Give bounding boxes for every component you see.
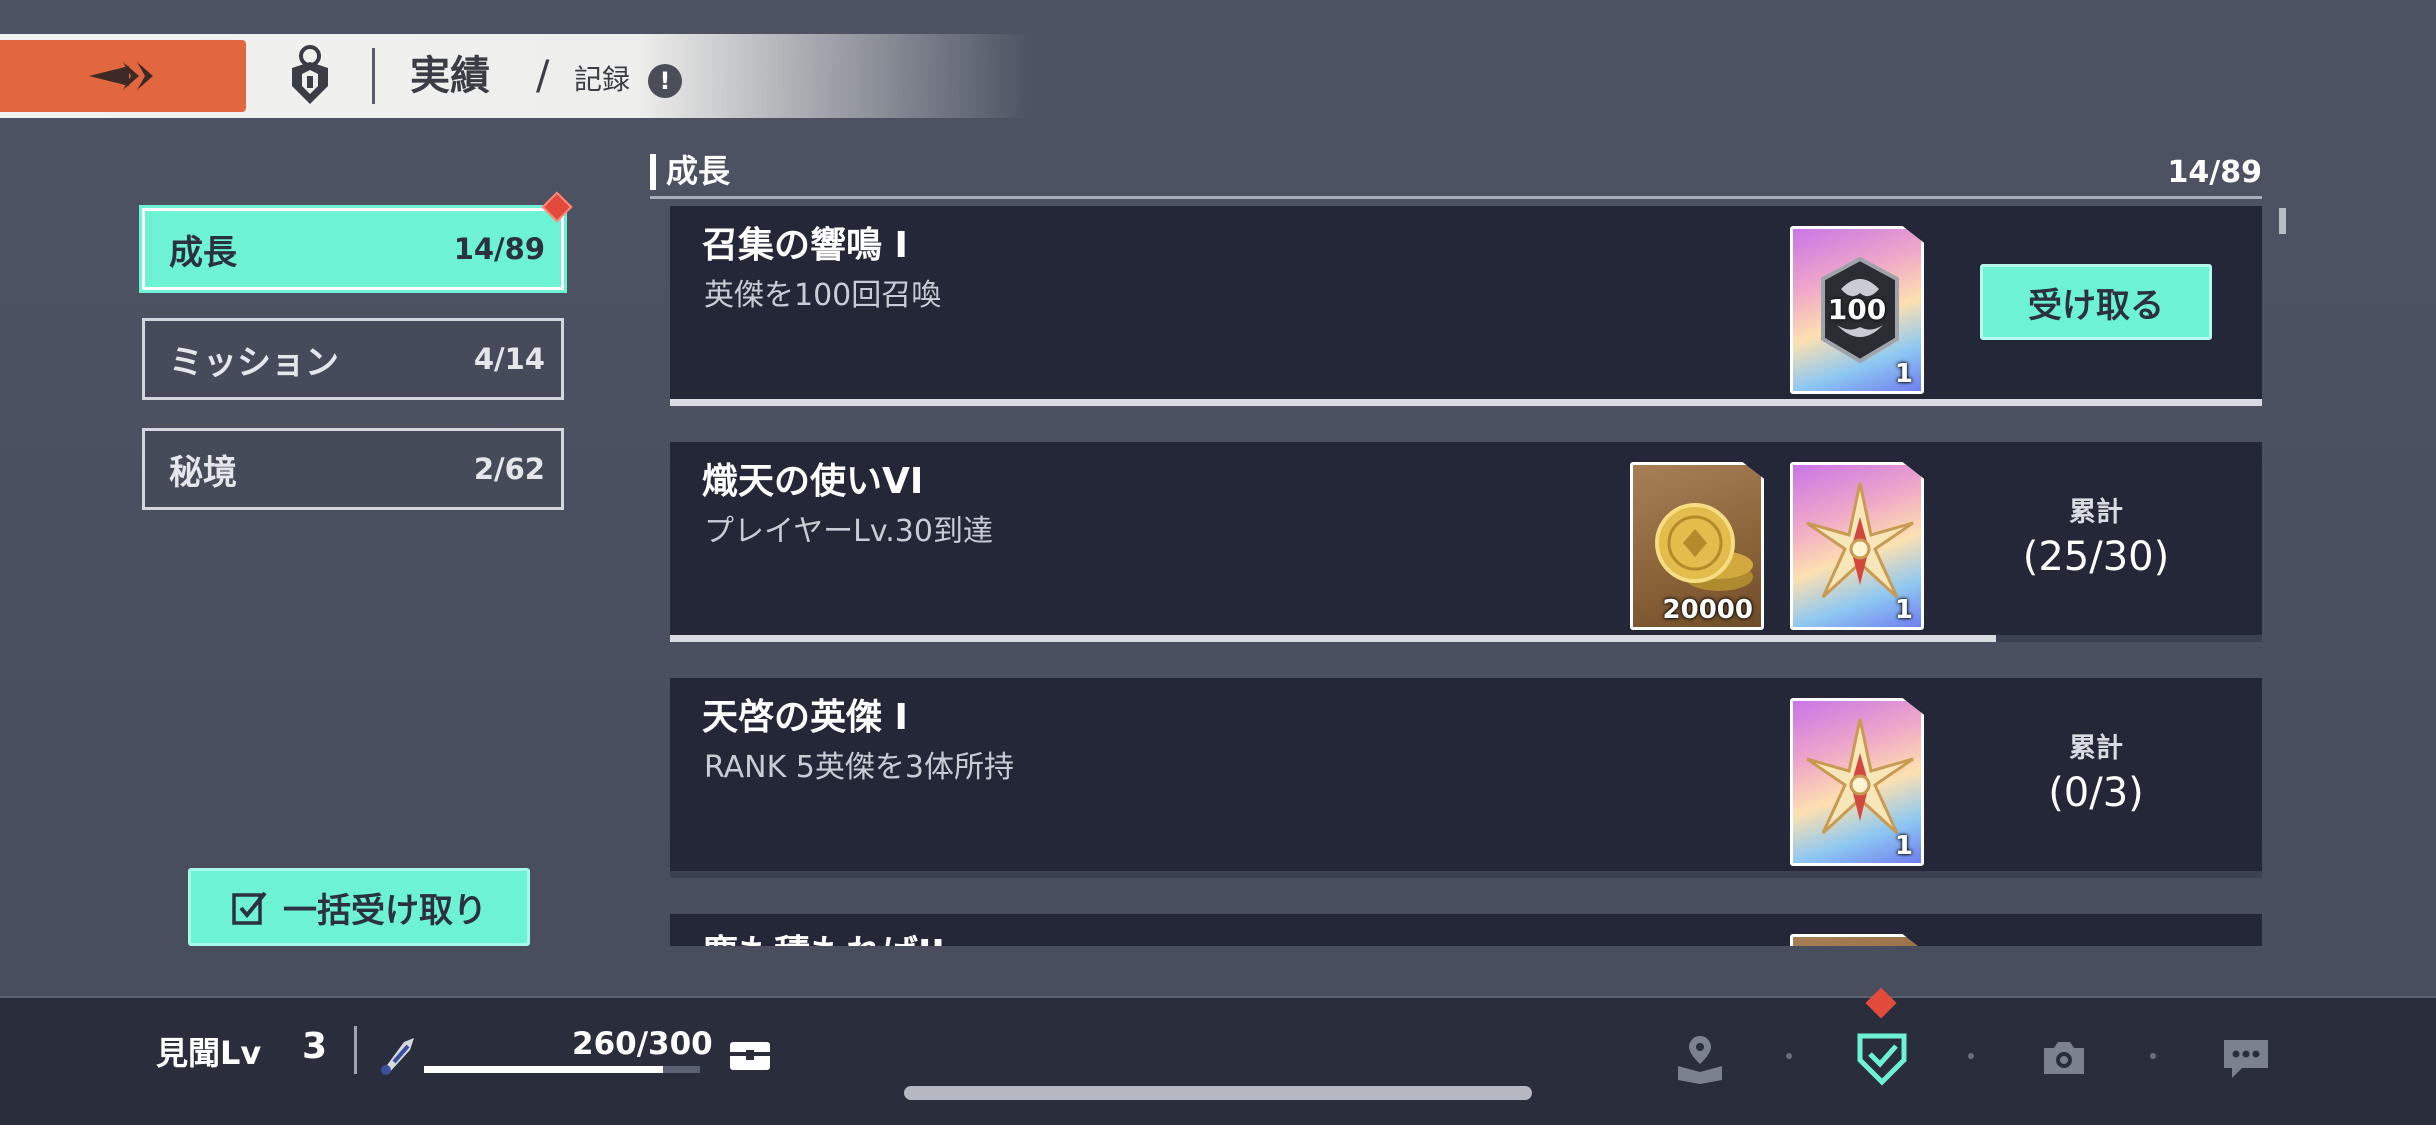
chat-icon — [2224, 1040, 2268, 1078]
reward-item[interactable]: 20000 — [1630, 462, 1764, 630]
claim-button[interactable]: 受け取る — [1980, 264, 2212, 340]
level-label: 見聞Lv — [156, 1034, 262, 1072]
nav-book-map[interactable] — [1672, 1030, 1728, 1086]
achievement-description: RANK 5英傑を3体所持 — [704, 750, 1014, 785]
xp-bar-fill — [424, 1066, 664, 1073]
reward-quantity: 20000 — [1662, 595, 1753, 625]
category-count: 4/14 — [473, 342, 545, 376]
cumulative-value: (25/30) — [2022, 534, 2170, 580]
category-label: ミッション — [169, 342, 339, 383]
reward-quantity: 1 — [1894, 595, 1913, 625]
achievement-shield-icon — [1857, 1033, 1907, 1086]
section-count: 14/89 — [2167, 155, 2262, 190]
progress-bar — [670, 399, 2262, 406]
level-divider — [354, 1026, 357, 1074]
category-mission[interactable]: ミッション 4/14 — [142, 318, 564, 400]
achievement-title: 熾天の使いVI — [702, 461, 924, 502]
achievement-title: 天啓の英傑 I — [702, 697, 908, 738]
section-marker — [650, 154, 656, 190]
camera-icon — [2044, 1042, 2084, 1074]
back-arrow-icon — [89, 62, 153, 90]
header-divider — [372, 48, 375, 104]
category-count: 14/89 — [453, 232, 545, 266]
reward-item[interactable]: 100 1 — [1790, 226, 1924, 394]
info-icon[interactable]: ! — [648, 64, 682, 98]
home-indicator[interactable] — [904, 1086, 1532, 1100]
category-count: 2/62 — [473, 452, 545, 486]
page-title: 実績 — [410, 53, 490, 99]
nav-achievements[interactable] — [1854, 1030, 1910, 1086]
reward-item[interactable]: 1 — [1790, 462, 1924, 630]
bulk-claim-label: 一括受け取り — [283, 890, 487, 931]
xp-bar — [424, 1066, 700, 1073]
book-map-icon — [1678, 1036, 1722, 1084]
scrollbar-thumb[interactable] — [2279, 208, 2286, 234]
level-value: 3 — [302, 1026, 328, 1067]
nav-separator-dot — [1968, 1053, 1974, 1059]
achievement-list[interactable]: 召集の響鳴 I 英傑を100回召喚 100 1 受け取る 熾天の使いVI プレイ… — [670, 206, 2262, 946]
nav-chat[interactable] — [2218, 1030, 2274, 1086]
cumulative-value: (0/3) — [2048, 770, 2144, 816]
reward-quantity: 1 — [1894, 831, 1913, 861]
progress-fill — [670, 399, 2262, 406]
reward-emblem-number: 100 — [1827, 293, 1887, 326]
progress-fill — [670, 635, 1997, 642]
achievement-emblem-icon — [292, 45, 328, 104]
achievement-card: 熾天の使いVI プレイヤーLv.30到達 20000 1 累計 (25/30) — [670, 442, 2262, 642]
cumulative-label: 累計 — [2069, 733, 2123, 764]
reward-item[interactable] — [1790, 934, 1924, 946]
achievement-card: 塵も積もればII — [670, 914, 2262, 946]
back-button[interactable] — [0, 40, 246, 112]
achievement-card: 召集の響鳴 I 英傑を100回召喚 100 1 受け取る — [670, 206, 2262, 406]
nav-separator-dot — [1786, 1053, 1792, 1059]
achievement-card: 天啓の英傑 I RANK 5英傑を3体所持 1 累計 (0/3) — [670, 678, 2262, 878]
bulk-claim-button[interactable]: 一括受け取り — [188, 868, 530, 946]
bottom-bar-divider — [0, 996, 2436, 998]
checklist-icon — [232, 891, 267, 925]
nav-camera[interactable] — [2036, 1030, 2092, 1086]
category-label: 秘境 — [169, 452, 237, 493]
category-growth[interactable]: 成長 14/89 — [142, 208, 564, 290]
section-divider — [650, 196, 2262, 199]
nav-separator-dot — [2150, 1053, 2156, 1059]
reward-quantity: 1 — [1894, 359, 1913, 389]
achievement-title: 塵も積もればII — [702, 930, 945, 946]
quill-icon — [381, 1038, 414, 1075]
tab-records[interactable]: 記録 — [574, 62, 630, 98]
category-label: 成長 — [169, 232, 237, 273]
cumulative-label: 累計 — [2069, 497, 2123, 528]
xp-value: 260/300 — [572, 1026, 713, 1062]
category-secret-realm[interactable]: 秘境 2/62 — [142, 428, 564, 510]
achievement-title: 召集の響鳴 I — [702, 225, 908, 266]
breadcrumb-separator: / — [536, 53, 550, 99]
progress-bar — [670, 635, 2262, 642]
reward-item[interactable]: 1 — [1790, 698, 1924, 866]
chest-icon[interactable] — [728, 1040, 772, 1072]
achievement-description: 英傑を100回召喚 — [704, 278, 942, 313]
section-title: 成長 — [666, 152, 731, 190]
progress-bar — [670, 871, 2262, 878]
achievement-description: プレイヤーLv.30到達 — [704, 514, 993, 549]
